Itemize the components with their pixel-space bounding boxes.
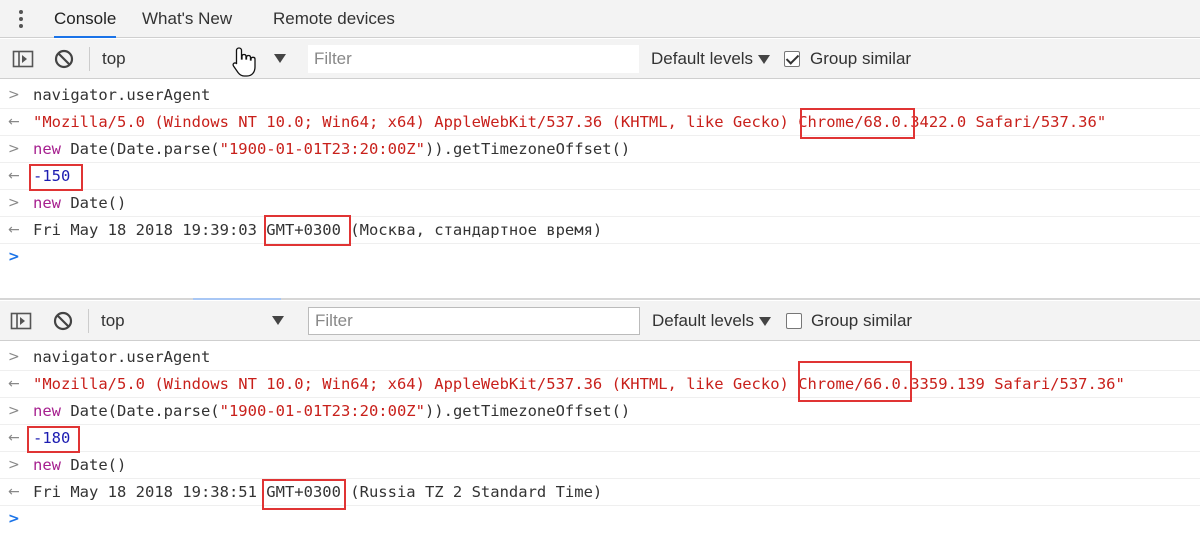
group-similar-checkbox[interactable] (784, 51, 800, 67)
default-levels-dropdown[interactable]: Default levels (652, 301, 754, 341)
console-output-line: ← Fri May 18 2018 19:39:03 GMT+0300 (Мос… (0, 217, 1200, 244)
console-input-text: new Date(Date.parse("1900-01-01T23:20:00… (33, 136, 630, 162)
date-output: Fri May 18 2018 19:39:03 GMT+0300 (Москв… (33, 217, 602, 243)
chevron-down-icon[interactable] (274, 54, 286, 63)
devtools-tabbar: Console What's New Remote devices (0, 0, 1200, 38)
tab-console[interactable]: Console (54, 0, 117, 38)
gmt-offset: GMT+0300 (266, 221, 341, 239)
kebab-menu-icon[interactable] (18, 9, 24, 29)
console-toolbar-top: top Default levels Group similar (0, 39, 1200, 79)
output-arrow-icon: ← (8, 484, 20, 500)
prompt-chevron-icon: > (8, 249, 20, 265)
output-arrow-icon: ← (8, 376, 20, 392)
timezone-name: (Москва, стандартное время) (340, 221, 603, 239)
date-string-literal: "1900-01-01T23:20:00Z" (219, 140, 425, 158)
date-output: Fri May 18 2018 19:38:51 GMT+0300 (Russi… (33, 479, 602, 505)
default-levels-dropdown[interactable]: Default levels (651, 39, 753, 79)
context-selector[interactable]: top (102, 39, 126, 79)
console-input-line: > new Date(Date.parse("1900-01-01T23:20:… (0, 398, 1200, 425)
useragent-suffix: 3359.139 Safari/537.36" (910, 375, 1125, 393)
timezone-offset-value: -180 (33, 429, 71, 447)
filter-input[interactable] (308, 45, 639, 73)
input-chevron-icon: > (8, 457, 20, 473)
useragent-string: "Mozilla/5.0 (Windows NT 10.0; Win64; x6… (33, 371, 1125, 397)
output-arrow-icon: ← (8, 168, 20, 184)
input-chevron-icon: > (8, 141, 20, 157)
input-chevron-icon: > (8, 87, 20, 103)
console-output-line: ← -150 (0, 163, 1200, 190)
tab-whats-new[interactable]: What's New (142, 0, 232, 38)
timezone-name: (Russia TZ 2 Standard Time) (340, 483, 603, 501)
code-text: Date(Date.parse( (61, 140, 220, 158)
context-selector[interactable]: top (101, 301, 125, 341)
panel-divider-accent (193, 298, 281, 300)
console-input-line: > navigator.userAgent (0, 344, 1200, 371)
date-string-literal: "1900-01-01T23:20:00Z" (219, 402, 425, 420)
gmt-offset: GMT+0300 (266, 483, 341, 501)
clear-console-icon[interactable] (52, 310, 74, 332)
console-input-text: navigator.userAgent (33, 86, 211, 104)
chevron-down-icon[interactable] (759, 317, 771, 326)
date-text: Fri May 18 2018 19:38:51 (33, 483, 267, 501)
console-toolbar-bottom: top Default levels Group similar (0, 301, 1200, 341)
console-input-text: new Date() (33, 190, 126, 216)
console-output-line: ← Fri May 18 2018 19:38:51 GMT+0300 (Rus… (0, 479, 1200, 506)
console-input-line: > new Date() (0, 452, 1200, 479)
console-input-text: new Date(Date.parse("1900-01-01T23:20:00… (33, 398, 630, 424)
console-input-text: new Date() (33, 452, 126, 478)
input-chevron-icon: > (8, 195, 20, 211)
useragent-suffix: 3422.0 Safari/537.36" (910, 113, 1107, 131)
filter-input[interactable] (308, 307, 640, 335)
output-arrow-icon: ← (8, 430, 20, 446)
timezone-offset-value: -150 (33, 167, 71, 185)
group-similar-checkbox[interactable] (786, 313, 802, 329)
output-arrow-icon: ← (8, 222, 20, 238)
console-input-line: > navigator.userAgent (0, 82, 1200, 109)
output-arrow-icon: ← (8, 114, 20, 130)
console-output-line: ← "Mozilla/5.0 (Windows NT 10.0; Win64; … (0, 371, 1200, 398)
console-output-line: ← -180 (0, 425, 1200, 452)
code-text: )).getTimezoneOffset() (424, 140, 631, 158)
tab-remote-devices[interactable]: Remote devices (273, 0, 395, 38)
code-text: Date() (61, 456, 127, 474)
code-text: Date() (61, 194, 127, 212)
sidebar-toggle-icon[interactable] (10, 310, 32, 332)
code-text: )).getTimezoneOffset() (424, 402, 631, 420)
toolbar-separator (89, 47, 90, 71)
keyword-new: new (33, 194, 61, 212)
sidebar-toggle-icon[interactable] (12, 48, 34, 70)
code-text: Date(Date.parse( (61, 402, 220, 420)
useragent-string: "Mozilla/5.0 (Windows NT 10.0; Win64; x6… (33, 109, 1106, 135)
keyword-new: new (33, 402, 61, 420)
console-input-line: > new Date(Date.parse("1900-01-01T23:20:… (0, 136, 1200, 163)
hand-cursor-icon (232, 47, 256, 77)
date-text: Fri May 18 2018 19:39:03 (33, 221, 267, 239)
panel-divider (0, 298, 1200, 300)
input-chevron-icon: > (8, 349, 20, 365)
keyword-new: new (33, 140, 61, 158)
keyword-new: new (33, 456, 61, 474)
chrome-version: Chrome/66.0. (798, 375, 911, 393)
console-input-text: navigator.userAgent (33, 348, 211, 366)
chevron-down-icon[interactable] (758, 55, 770, 64)
group-similar-label: Group similar (810, 49, 912, 68)
input-chevron-icon: > (8, 403, 20, 419)
console-output-line: ← "Mozilla/5.0 (Windows NT 10.0; Win64; … (0, 109, 1200, 136)
useragent-prefix: "Mozilla/5.0 (Windows NT 10.0; Win64; x6… (33, 375, 799, 393)
toolbar-separator (88, 309, 89, 333)
console-output-bottom: > navigator.userAgent ← "Mozilla/5.0 (Wi… (0, 344, 1200, 533)
chevron-down-icon[interactable] (272, 316, 284, 325)
useragent-prefix: "Mozilla/5.0 (Windows NT 10.0; Win64; x6… (33, 113, 799, 131)
console-output-top: > navigator.userAgent ← "Mozilla/5.0 (Wi… (0, 82, 1200, 271)
console-input-line: > new Date() (0, 190, 1200, 217)
console-prompt-line[interactable]: > (0, 506, 1200, 533)
console-prompt-line[interactable]: > (0, 244, 1200, 271)
prompt-chevron-icon: > (8, 511, 20, 527)
chrome-version: Chrome/68.0. (798, 113, 911, 131)
group-similar-label: Group similar (811, 311, 913, 330)
clear-console-icon[interactable] (53, 48, 75, 70)
